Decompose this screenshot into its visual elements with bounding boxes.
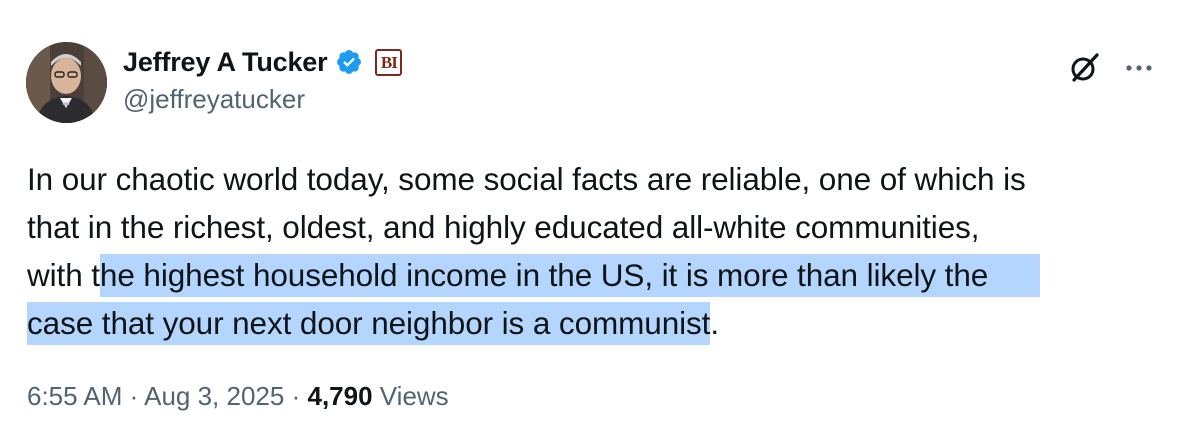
author-name-row: Jeffrey A Tucker BI [123, 44, 403, 80]
views-count: 4,790 [307, 381, 373, 411]
affiliate-badge-text: BI [380, 52, 398, 72]
tweet-text-line: that in the richest, oldest, and highly … [27, 203, 1167, 251]
tweet-text-line: case that your next door neighbor is a c… [27, 299, 1167, 347]
author-handle[interactable]: @jeffreyatucker [123, 84, 305, 115]
affiliate-badge[interactable]: BI [375, 48, 403, 76]
tweet-card: Jeffrey A Tucker BI @jeffreyatucker In o… [0, 0, 1190, 446]
text-segment: In our chaotic world today, some social … [27, 161, 1026, 197]
tweet-date[interactable]: Aug 3, 2025 [144, 381, 284, 411]
text-segment: that in the richest, oldest, and highly … [27, 209, 980, 245]
more-horizontal-icon[interactable] [1122, 54, 1156, 82]
tweet-text: In our chaotic world today, some social … [27, 155, 1167, 347]
author-display-name[interactable]: Jeffrey A Tucker [123, 47, 328, 78]
text-segment: with t [27, 257, 100, 293]
meta-separator: · [291, 381, 301, 411]
grok-icon[interactable] [1066, 50, 1102, 86]
selected-text: case that your next door neighbor is a c… [27, 302, 710, 345]
text-segment: . [710, 305, 719, 341]
tweet-time[interactable]: 6:55 AM [27, 381, 122, 411]
profile-photo-icon [26, 42, 107, 123]
author-avatar[interactable] [26, 42, 107, 123]
views-label: Views [379, 381, 449, 411]
tweet-text-line: In our chaotic world today, some social … [27, 155, 1167, 203]
tweet-meta: 6:55 AM · Aug 3, 2025 · 4,790 Views [27, 381, 449, 412]
verified-badge-icon[interactable] [335, 48, 363, 76]
tweet-text-line: with the highest household income in the… [27, 251, 1167, 299]
selected-text: he highest household income in the US, i… [99, 254, 1041, 297]
meta-separator: · [129, 381, 139, 411]
